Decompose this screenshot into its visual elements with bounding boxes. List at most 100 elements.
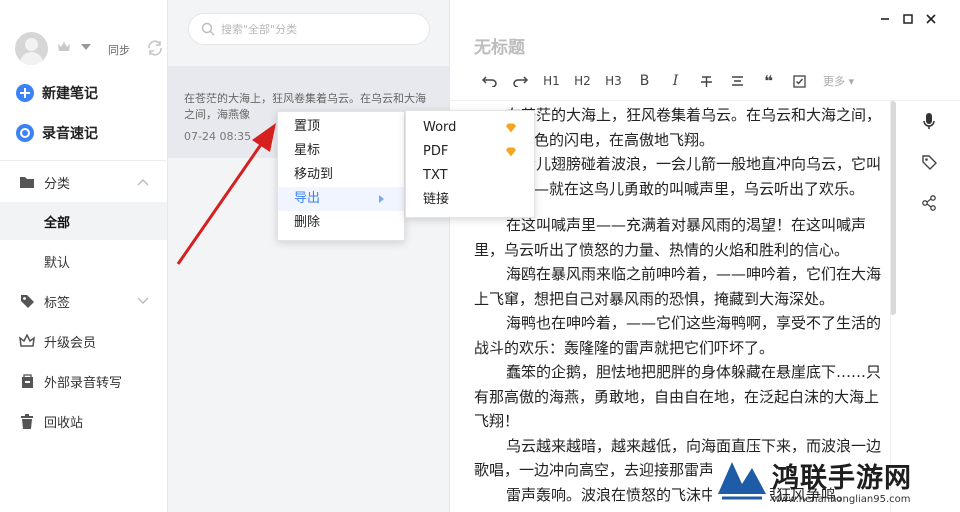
- heading1-button[interactable]: H1: [536, 69, 567, 93]
- menu-item-move[interactable]: 移动到: [278, 163, 404, 187]
- more-button[interactable]: 更多 ▾: [823, 73, 854, 89]
- more-label: 更多: [823, 75, 845, 88]
- export-pdf[interactable]: PDF: [406, 140, 534, 164]
- new-note-button[interactable]: 新建笔记: [16, 81, 98, 105]
- sidebar-item-label: 默认: [44, 255, 71, 271]
- bold-button[interactable]: B: [629, 69, 660, 93]
- strikethrough-icon: [701, 75, 712, 87]
- menu-item-pin[interactable]: 置顶: [278, 115, 404, 139]
- right-tool-rail: [890, 101, 960, 512]
- chevron-down-icon[interactable]: [137, 297, 149, 305]
- maximize-icon: [903, 14, 913, 24]
- sidebar-item-trash[interactable]: 回收站: [0, 402, 167, 440]
- checkbox-button[interactable]: [784, 69, 815, 93]
- account-dropdown-icon[interactable]: [81, 44, 91, 50]
- paragraph: 一会儿翅膀碰着波浪，一会儿箭一般地直冲向乌云，它叫喊着，——就在这鸟儿勇敢的叫喊…: [474, 155, 882, 198]
- export-submenu: Word PDF TXT 链接: [405, 110, 535, 218]
- sidebar-item-transcribe[interactable]: 外部录音转写: [0, 362, 167, 400]
- toolbar-divider: [450, 100, 960, 101]
- note-body[interactable]: 在苍茫的大海上，狂风卷集着乌云。在乌云和大海之间，海燕像黑色的闪电，在高傲地飞翔…: [474, 103, 892, 512]
- minimize-button[interactable]: [876, 10, 894, 28]
- watermark-text: 鸿联手游网: [772, 463, 912, 494]
- sidebar-item-tags[interactable]: 标签: [0, 282, 167, 320]
- menu-item-star[interactable]: 星标: [278, 139, 404, 163]
- checkbox-icon: [793, 74, 806, 88]
- sidebar-divider: [0, 160, 168, 161]
- voice-note-label: 录音速记: [42, 126, 98, 142]
- minimize-icon: [881, 18, 889, 20]
- search-input[interactable]: [221, 20, 421, 38]
- redo-icon: [513, 76, 528, 87]
- sidebar: 同步 新建笔记 录音速记 分类 全部 默认 标签 升级会员 外部录音转写 回收站: [0, 0, 168, 512]
- avatar[interactable]: [15, 32, 48, 65]
- tag-button[interactable]: [919, 152, 939, 172]
- chevron-up-icon[interactable]: [137, 178, 149, 186]
- redo-button[interactable]: [505, 69, 536, 93]
- sidebar-item-label: 外部录音转写: [44, 375, 123, 391]
- sidebar-item-upgrade[interactable]: 升级会员: [0, 322, 167, 360]
- editor-pane: 无标题 H1 H2 H3 B I ❝ 更多 ▾ 在苍茫的大海上，狂风卷集着乌云。…: [450, 0, 960, 512]
- record-circle-icon: [16, 124, 34, 142]
- voice-note-button[interactable]: 录音速记: [16, 121, 98, 145]
- heading3-button[interactable]: H3: [598, 69, 629, 93]
- menu-item-export-label: 导出: [294, 191, 321, 206]
- paragraph: 海鸥在暴风雨来临之前呻吟着，——呻吟着，它们在大海上飞窜，想把自己对暴风雨的恐惧…: [474, 265, 882, 308]
- close-button[interactable]: [922, 10, 940, 28]
- note-title-input[interactable]: 无标题: [474, 33, 525, 58]
- voice-input-button[interactable]: [919, 111, 939, 131]
- crown-icon: [19, 333, 35, 349]
- folder-icon: [19, 174, 35, 190]
- menu-item-delete[interactable]: 删除: [278, 211, 404, 235]
- export-txt[interactable]: TXT: [406, 164, 534, 188]
- vip-crown-icon: [58, 42, 70, 51]
- align-button[interactable]: [722, 69, 753, 93]
- search-box[interactable]: [188, 13, 430, 45]
- tag-icon: [19, 293, 35, 309]
- maximize-button[interactable]: [899, 10, 917, 28]
- premium-diamond-icon: [506, 147, 516, 157]
- undo-icon: [482, 76, 497, 87]
- note-date: 07-24 08:35: [184, 130, 252, 143]
- user-row: 同步: [15, 32, 165, 66]
- export-pdf-label: PDF: [423, 144, 449, 159]
- italic-button[interactable]: I: [660, 69, 691, 93]
- sync-label[interactable]: 同步: [108, 42, 130, 58]
- microphone-icon: [923, 113, 935, 129]
- tag-icon: [921, 154, 937, 170]
- recorder-icon: [19, 373, 35, 389]
- export-word[interactable]: Word: [406, 116, 534, 140]
- paragraph: 在这叫喊声里——充满着对暴风雨的渴望！在这叫喊声里，乌云听出了愤怒的力量、热情的…: [474, 216, 867, 259]
- export-link[interactable]: 链接: [406, 188, 534, 212]
- watermark-logo-icon: [712, 454, 770, 510]
- share-button[interactable]: [919, 193, 939, 213]
- trash-icon: [19, 413, 35, 429]
- watermark: 鸿联手游网 www.henanhonglian95.com: [712, 454, 960, 512]
- close-icon: [926, 14, 936, 24]
- sidebar-item-label: 回收站: [44, 415, 84, 431]
- sidebar-item-label: 全部: [44, 215, 71, 231]
- new-note-label: 新建笔记: [42, 86, 98, 102]
- note-context-menu: 置顶 星标 移动到 导出 删除: [277, 111, 405, 241]
- sidebar-item-label: 标签: [44, 295, 71, 311]
- paragraph: 海鸭也在呻吟着，——它们这些海鸭啊，享受不了生活的战斗的欢乐：轰隆隆的雷声就把它…: [474, 314, 882, 357]
- sidebar-item-label: 分类: [44, 176, 71, 192]
- sync-icon[interactable]: [146, 39, 164, 57]
- format-toolbar: H1 H2 H3 B I ❝ 更多 ▾: [474, 68, 854, 94]
- align-icon: [732, 76, 743, 86]
- search-icon: [201, 22, 215, 36]
- note-list-pane: 在苍茫的大海上，狂风卷集着乌云。在乌云和大海之间，海燕像 07-24 08:35: [168, 0, 450, 512]
- undo-button[interactable]: [474, 69, 505, 93]
- heading2-button[interactable]: H2: [567, 69, 598, 93]
- premium-diamond-icon: [506, 123, 516, 133]
- paragraph: 蠢笨的企鹅，胆怯地把肥胖的身体躲藏在悬崖底下……只有那高傲的海燕，勇敢地，自由自…: [474, 363, 882, 430]
- sidebar-item-category[interactable]: 分类: [0, 163, 167, 201]
- strikethrough-button[interactable]: [691, 69, 722, 93]
- sidebar-item-all[interactable]: 全部: [0, 202, 167, 240]
- sidebar-item-default[interactable]: 默认: [0, 242, 167, 280]
- sidebar-item-label: 升级会员: [44, 335, 97, 351]
- menu-item-export[interactable]: 导出: [278, 187, 404, 211]
- submenu-arrow-icon: [379, 195, 384, 203]
- share-icon: [922, 195, 936, 211]
- quote-button[interactable]: ❝: [753, 69, 784, 93]
- export-word-label: Word: [423, 120, 457, 135]
